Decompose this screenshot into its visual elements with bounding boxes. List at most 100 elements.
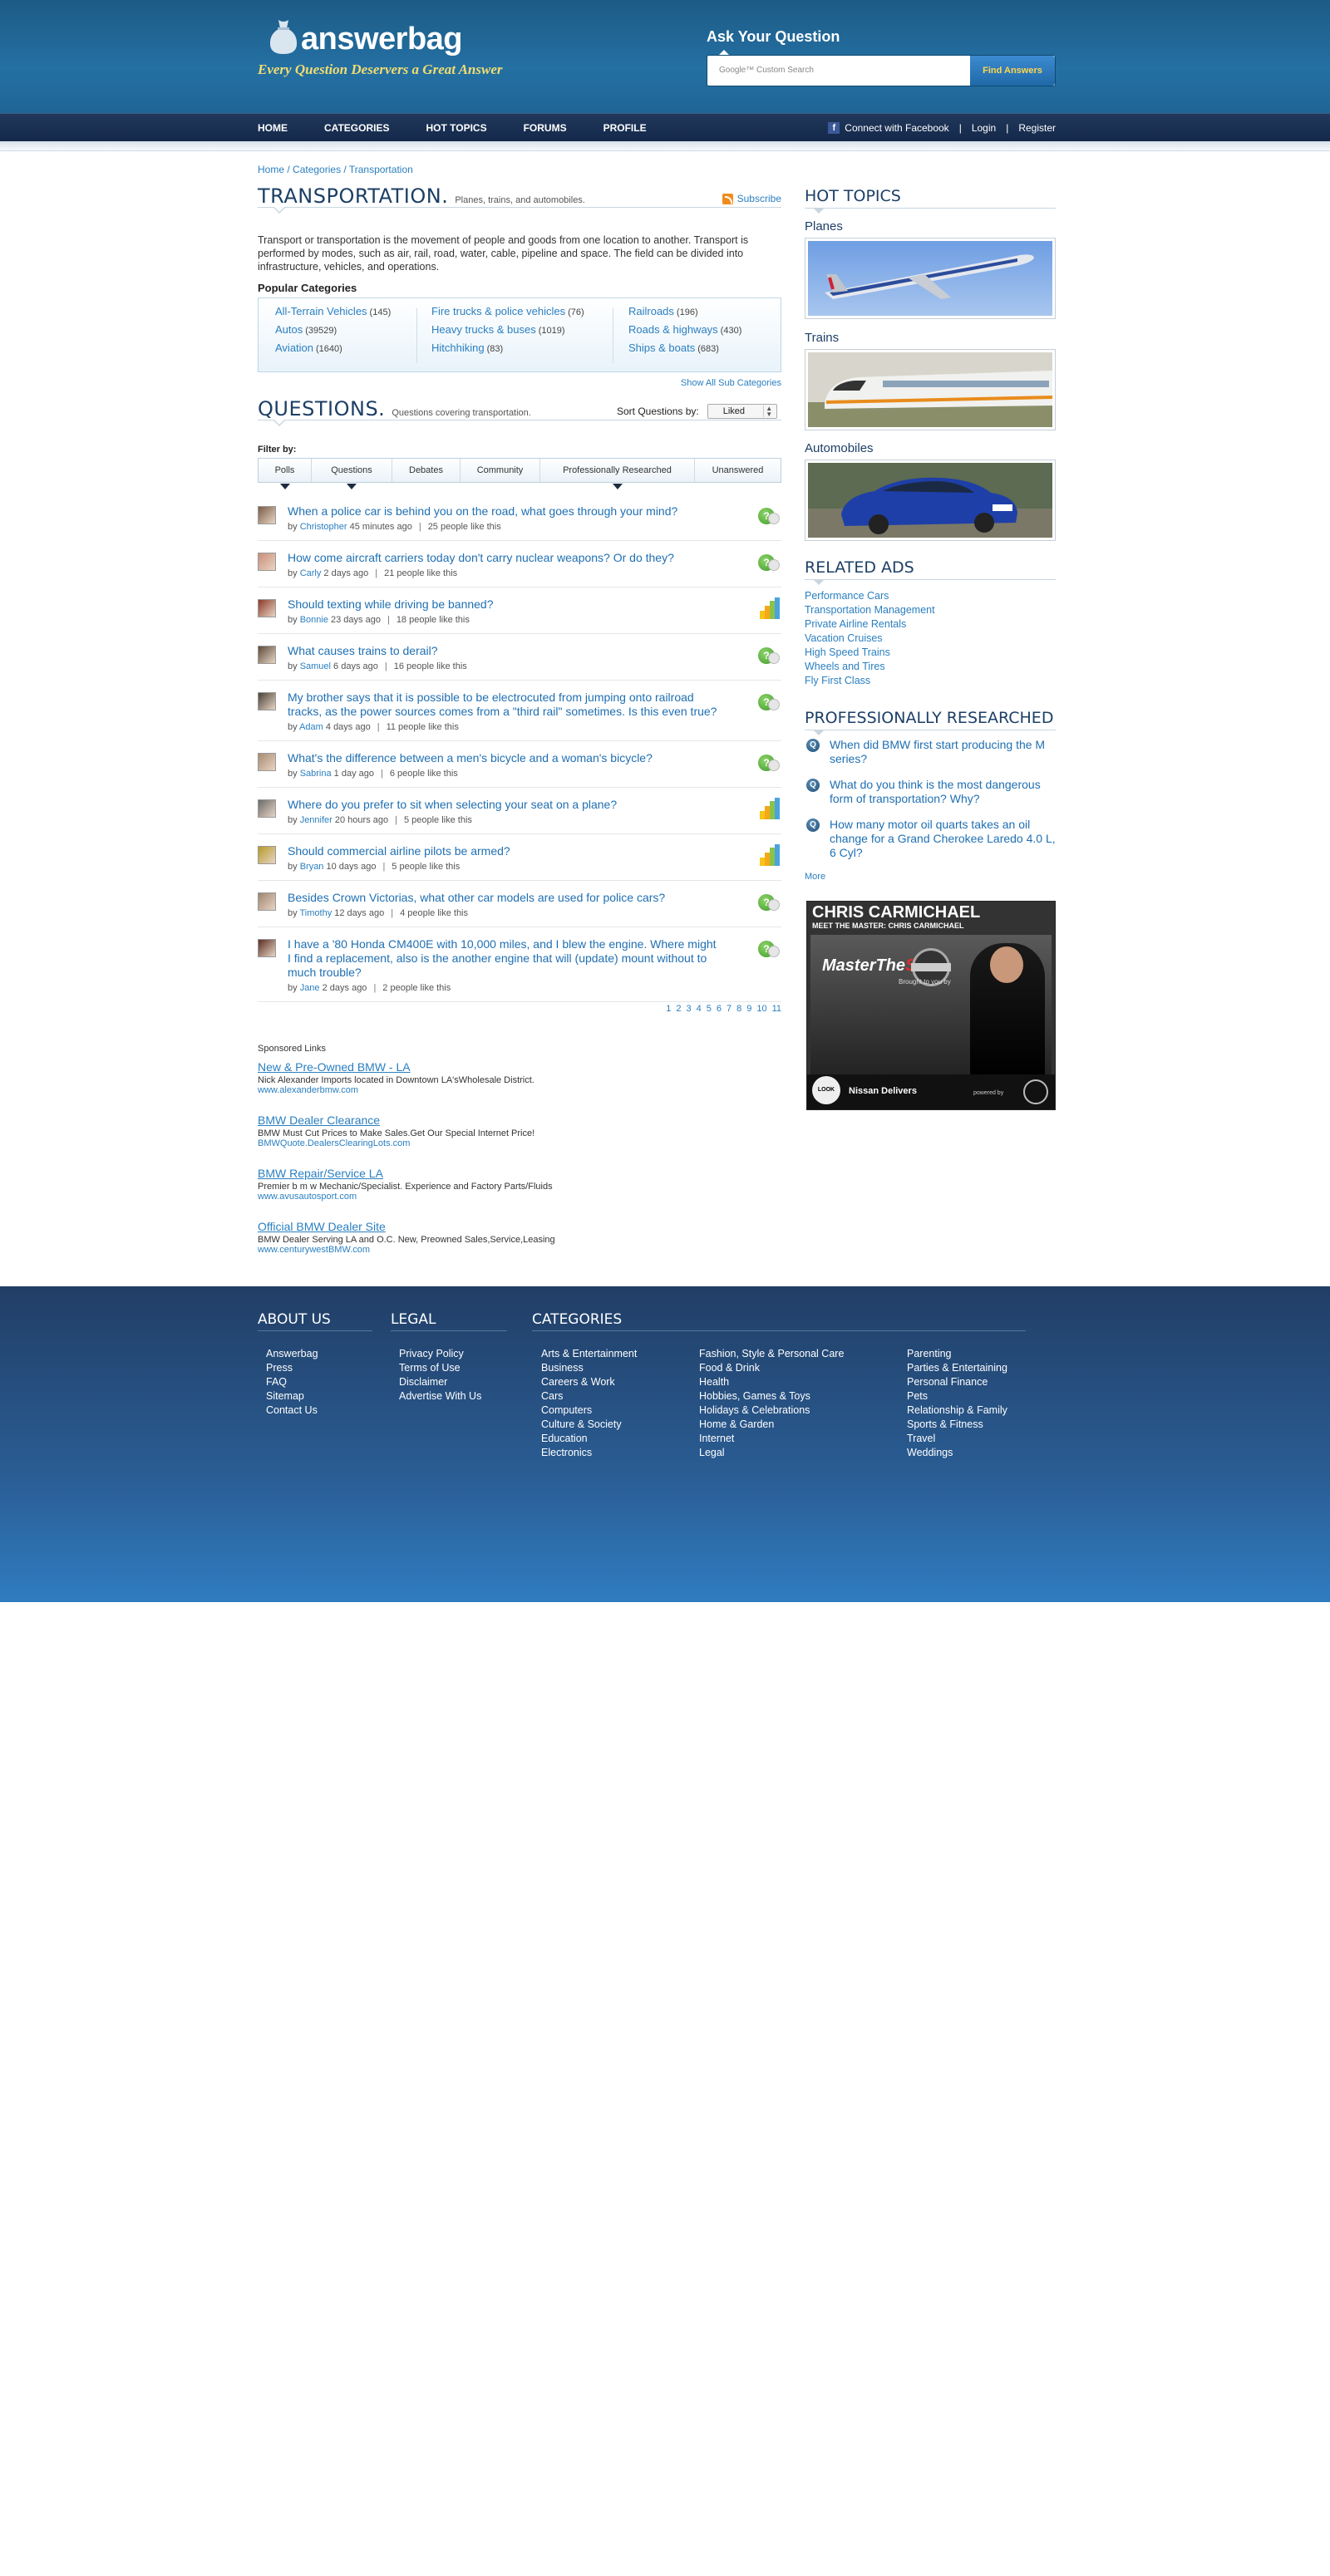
avatar[interactable] [258,599,276,617]
researched-question-title[interactable]: What do you think is the most dangerous … [830,778,1056,806]
footer-link[interactable]: Hobbies, Games & Toys [699,1390,844,1402]
footer-link[interactable]: Careers & Work [541,1376,637,1388]
page-link[interactable]: 9 [746,1004,751,1014]
related-ad-link[interactable]: Performance Cars [805,590,935,602]
user-link[interactable]: Adam [299,722,323,732]
footer-link[interactable]: Parties & Entertaining [907,1362,1007,1374]
footer-link[interactable]: Sports & Fitness [907,1418,1007,1430]
footer-link[interactable]: Relationship & Family [907,1404,1007,1416]
subscribe-link[interactable]: Subscribe [722,193,781,204]
popular-category[interactable]: Fire trucks & police vehicles (76) [431,305,584,317]
find-answers-button[interactable]: Find Answers [970,56,1055,86]
avatar[interactable] [258,799,276,818]
hot-topic-trains-label[interactable]: Trains [805,331,839,345]
hot-topic-planes-image[interactable] [805,238,1056,319]
question-title-link[interactable]: When a police car is behind you on the r… [288,504,720,519]
question-title-link[interactable]: What's the difference between a men's bi… [288,751,720,765]
footer-link[interactable]: Education [541,1433,637,1444]
footer-link[interactable]: Answerbag [266,1348,318,1359]
related-ad-link[interactable]: Vacation Cruises [805,632,935,644]
footer-link[interactable]: Press [266,1362,318,1374]
footer-link[interactable]: Health [699,1376,844,1388]
footer-link[interactable]: Holidays & Celebrations [699,1404,844,1416]
connect-facebook-link[interactable]: Connect with Facebook [845,122,948,134]
footer-link[interactable]: Culture & Society [541,1418,637,1430]
researched-question-title[interactable]: How many motor oil quarts takes an oil c… [830,818,1056,860]
avatar[interactable] [258,939,276,957]
breadcrumb-home[interactable]: Home [258,164,284,175]
footer-link[interactable]: Contact Us [266,1404,318,1416]
researched-question[interactable]: Q How many motor oil quarts takes an oil… [805,818,1056,860]
hot-topic-automobiles-image[interactable] [805,460,1056,541]
page-link[interactable]: 5 [707,1004,712,1014]
page-link[interactable]: 3 [686,1004,691,1014]
ad-title-link[interactable]: Official BMW Dealer Site [258,1220,781,1233]
footer-link[interactable]: Internet [699,1433,844,1444]
hot-topic-planes-label[interactable]: Planes [805,219,843,234]
site-logo[interactable]: answerbag Every Question Deservers a Gre… [258,15,557,81]
ad-url-link[interactable]: www.avusautosport.com [258,1192,781,1202]
question-title-link[interactable]: How come aircraft carriers today don't c… [288,551,720,565]
footer-link[interactable]: Personal Finance [907,1376,1007,1388]
footer-link[interactable]: Home & Garden [699,1418,844,1430]
footer-link[interactable]: Privacy Policy [399,1348,481,1359]
related-ad-link[interactable]: High Speed Trains [805,646,935,658]
ad-url-link[interactable]: www.centurywestBMW.com [258,1245,781,1255]
page-link[interactable]: 7 [727,1004,732,1014]
nav-forums[interactable]: FORUMS [524,114,567,142]
user-link[interactable]: Timothy [299,908,332,918]
popular-category[interactable]: Aviation (1640) [275,342,391,354]
question-title-link[interactable]: My brother says that it is possible to b… [288,691,720,719]
question-title-link[interactable]: Where do you prefer to sit when selectin… [288,798,720,812]
footer-link[interactable]: Advertise With Us [399,1390,481,1402]
tab-community[interactable]: Community [461,459,540,482]
nav-home[interactable]: HOME [258,114,288,142]
tab-professionally-researched[interactable]: Professionally Researched [540,459,695,489]
popular-category[interactable]: Ships & boats (683) [628,342,741,354]
ad-url-link[interactable]: www.alexanderbmw.com [258,1085,781,1095]
footer-link[interactable]: Computers [541,1404,637,1416]
nav-categories[interactable]: CATEGORIES [324,114,389,142]
page-link[interactable]: 1 [666,1004,671,1014]
ad-title-link[interactable]: BMW Dealer Clearance [258,1113,781,1127]
footer-link[interactable]: Food & Drink [699,1362,844,1374]
question-title-link[interactable]: Besides Crown Victorias, what other car … [288,891,720,905]
researched-question-title[interactable]: When did BMW first start producing the M… [830,738,1056,766]
user-link[interactable]: Samuel [300,661,331,671]
popular-category[interactable]: Railroads (196) [628,305,741,317]
more-link[interactable]: More [805,872,825,882]
user-link[interactable]: Bryan [300,862,324,872]
nav-profile[interactable]: PROFILE [603,114,647,142]
tab-unanswered[interactable]: Unanswered [695,459,781,482]
popular-category[interactable]: Autos (39529) [275,323,391,336]
footer-link[interactable]: Cars [541,1390,637,1402]
avatar[interactable] [258,506,276,524]
page-link[interactable]: 11 [772,1004,781,1014]
related-ad-link[interactable]: Wheels and Tires [805,661,935,672]
breadcrumb-categories[interactable]: Categories [293,164,341,175]
avatar[interactable] [258,892,276,911]
popular-category[interactable]: Hitchhiking (83) [431,342,584,354]
look-inside-button[interactable]: LOOK INSIDE [812,1076,840,1104]
footer-link[interactable]: Pets [907,1390,1007,1402]
footer-link[interactable]: Parenting [907,1348,1007,1359]
nissan-banner-ad[interactable]: CHRIS CARMICHAEL MEET THE MASTER: CHRIS … [806,901,1056,1110]
user-link[interactable]: Jennifer [300,815,332,825]
footer-link[interactable]: Arts & Entertainment [541,1348,637,1359]
popular-category[interactable]: All-Terrain Vehicles (145) [275,305,391,317]
page-link[interactable]: 10 [756,1004,766,1014]
related-ad-link[interactable]: Fly First Class [805,675,935,686]
question-title-link[interactable]: Should commercial airline pilots be arme… [288,844,720,858]
user-link[interactable]: Carly [300,568,322,578]
avatar[interactable] [258,846,276,864]
ad-url-link[interactable]: BMWQuote.DealersClearingLots.com [258,1138,781,1148]
tab-polls[interactable]: Polls [259,459,312,489]
researched-question[interactable]: Q What do you think is the most dangerou… [805,778,1056,806]
nav-hot-topics[interactable]: HOT TOPICS [426,114,486,142]
page-link[interactable]: 2 [676,1004,681,1014]
hot-topic-automobiles-label[interactable]: Automobiles [805,441,874,455]
footer-link[interactable]: Disclaimer [399,1376,481,1388]
tab-questions[interactable]: Questions [312,459,392,489]
question-title-link[interactable]: Should texting while driving be banned? [288,597,720,612]
footer-link[interactable]: Sitemap [266,1390,318,1402]
